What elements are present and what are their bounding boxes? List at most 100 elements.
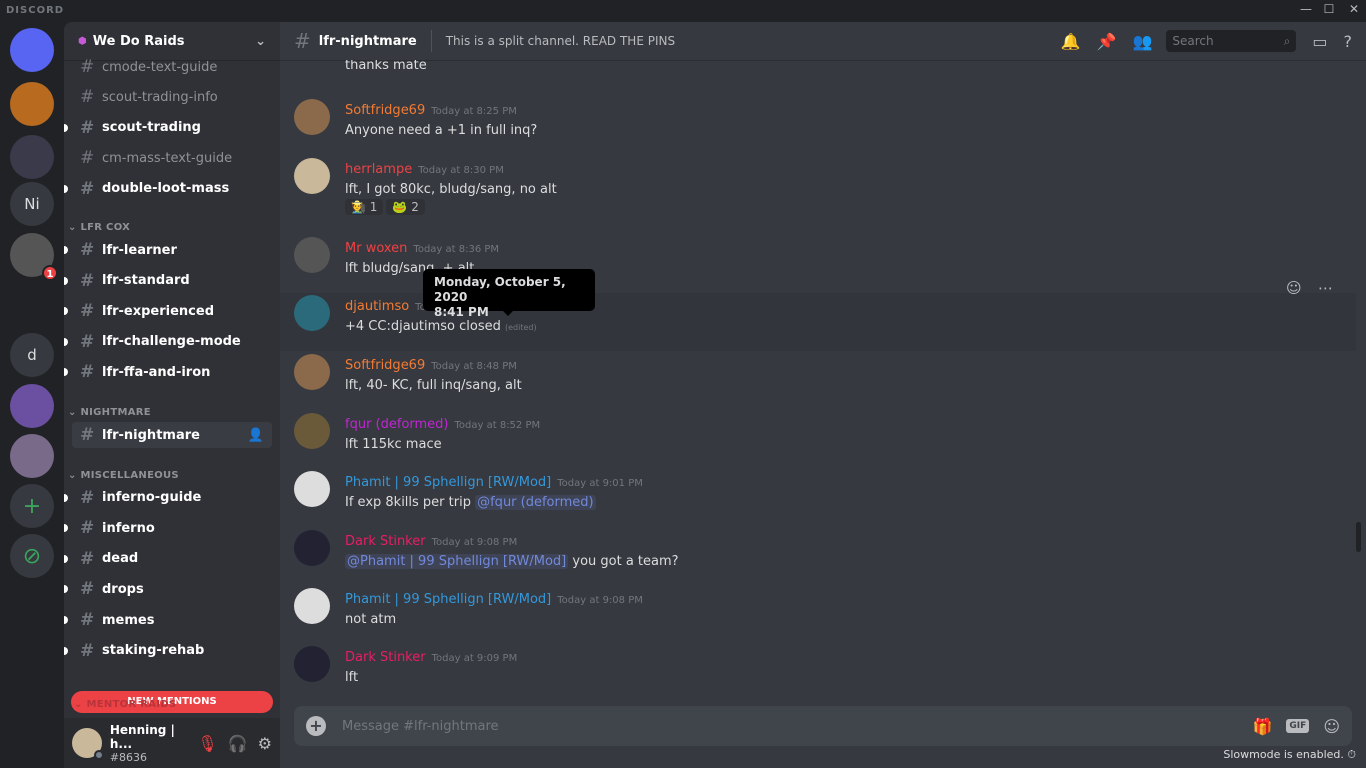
timestamp[interactable]: Today at 8:25 PM <box>431 106 517 117</box>
channel-item[interactable]: # lfr-learner <box>64 237 272 263</box>
gif-button[interactable]: GIF <box>1286 719 1310 733</box>
timestamp[interactable]: Today at 9:09 PM <box>432 653 518 664</box>
author-name[interactable]: Softfridge69 <box>345 103 425 118</box>
timestamp[interactable]: Today at 9:08 PM <box>432 537 518 548</box>
author-name[interactable]: Phamit | 99 Sphellign [RW/Mod] <box>345 475 551 490</box>
author-name[interactable]: Dark Stinker <box>345 650 426 665</box>
notification-bell-icon[interactable]: 🔔 <box>1061 32 1081 51</box>
avatar[interactable] <box>294 588 330 624</box>
timestamp[interactable]: Today at 8:30 PM <box>418 165 504 176</box>
server-icon[interactable]: Ni <box>10 182 54 226</box>
channel-item[interactable]: # lfr-standard <box>64 268 272 294</box>
author-name[interactable]: herrlampe <box>345 162 412 177</box>
avatar[interactable] <box>294 413 330 449</box>
member-list-icon[interactable]: 👥 <box>1132 32 1152 51</box>
channel-item[interactable]: # lfr-ffa-and-iron <box>64 359 272 385</box>
channel-item[interactable]: # scout-trading <box>64 115 272 141</box>
avatar[interactable] <box>294 99 330 135</box>
server-icon[interactable]: + <box>10 484 54 528</box>
author-name[interactable]: Dark Stinker <box>345 534 426 549</box>
attach-plus-icon[interactable]: + <box>306 716 326 736</box>
server-icon[interactable]: d <box>10 333 54 377</box>
avatar[interactable] <box>294 530 330 566</box>
author-name[interactable]: Softfridge69 <box>345 358 425 373</box>
unread-indicator <box>64 616 68 624</box>
avatar[interactable] <box>294 471 330 507</box>
channel-item[interactable]: # inferno-guide <box>64 485 272 511</box>
invite-icon[interactable]: 👤 <box>248 428 264 443</box>
timestamp[interactable]: Today at 9:08 PM <box>557 595 643 606</box>
avatar[interactable] <box>294 237 330 273</box>
channel-label: lfr-experienced <box>102 303 215 319</box>
category-header[interactable]: ⌄ LFR COX <box>68 222 130 233</box>
search-input[interactable]: Search ⌕ <box>1166 30 1297 52</box>
server-icon[interactable]: ⊘ <box>10 534 54 578</box>
timestamp[interactable]: Today at 8:52 PM <box>455 420 541 431</box>
close-button[interactable]: ✕ <box>1344 2 1364 20</box>
message-composer[interactable]: + Message #lfr-nightmare 🎁 GIF ☺ <box>294 706 1352 746</box>
avatar[interactable] <box>294 295 330 331</box>
channel-item[interactable]: # cmode-text-guide <box>72 54 272 80</box>
channel-item[interactable]: # lfr-nightmare 👤 <box>72 422 272 448</box>
server-icon[interactable]: 1 <box>10 233 58 281</box>
gift-icon[interactable]: 🎁 <box>1253 717 1273 736</box>
slowmode-notice: Slowmode is enabled. ⏱ <box>1223 748 1356 762</box>
message-input[interactable]: Message #lfr-nightmare <box>342 719 499 734</box>
author-name[interactable]: djautimso <box>345 299 409 314</box>
server-icon[interactable] <box>10 82 54 126</box>
settings-gear-icon[interactable]: ⚙ <box>258 734 272 753</box>
headphones-icon[interactable]: 🎧 <box>228 734 248 753</box>
server-list: Ni 1 d + ⊘ <box>0 22 64 768</box>
avatar[interactable] <box>294 646 330 682</box>
reaction[interactable]: 🐸 2 <box>386 199 425 215</box>
avatar[interactable] <box>294 354 330 390</box>
user-mention[interactable]: @fqur (deformed) <box>475 495 596 510</box>
timer-icon: ⏱ <box>1347 748 1356 761</box>
timestamp[interactable]: Today at 8:48 PM <box>431 361 517 372</box>
channel-item[interactable]: # lfr-experienced <box>64 298 272 324</box>
inbox-icon[interactable]: ▭ <box>1312 32 1327 51</box>
avatar[interactable] <box>294 158 330 194</box>
chevron-icon: ⌄ <box>74 699 87 710</box>
pin-icon[interactable]: 📌 <box>1097 32 1117 51</box>
category-label: LFR COX <box>80 222 131 233</box>
add-reaction-icon[interactable]: ☺ <box>1286 279 1302 297</box>
server-icon[interactable] <box>10 28 54 72</box>
more-options-icon[interactable]: ⋯ <box>1318 279 1333 297</box>
minimize-button[interactable]: — <box>1296 2 1316 20</box>
reaction-count: 1 <box>369 200 378 214</box>
hash-icon: # <box>80 87 95 108</box>
scrollbar[interactable] <box>1356 522 1361 552</box>
channel-item[interactable]: # memes <box>64 607 272 633</box>
reaction[interactable]: 🧑‍🌾 1 <box>345 199 384 215</box>
author-name[interactable]: Phamit | 99 Sphellign [RW/Mod] <box>345 592 551 607</box>
channel-item[interactable]: # lfr-challenge-mode <box>64 329 272 355</box>
category-header[interactable]: ⌄ MISCELLANEOUS <box>68 470 179 481</box>
avatar[interactable] <box>72 728 104 760</box>
server-icon[interactable] <box>10 283 54 327</box>
channel-item[interactable]: # drops <box>64 576 272 602</box>
channel-item[interactable]: # inferno <box>64 515 272 541</box>
user-mention[interactable]: @Phamit | 99 Sphellign [RW/Mod] <box>345 554 569 569</box>
server-icon[interactable] <box>10 434 54 478</box>
channel-item[interactable]: # double-loot-mass <box>64 176 272 202</box>
channel-item[interactable]: # dead <box>64 546 272 572</box>
channel-item[interactable]: # staking-rehab <box>64 638 272 664</box>
maximize-button[interactable]: ☐ <box>1319 2 1339 20</box>
category-header[interactable]: ⌄ NIGHTMARE <box>68 407 151 418</box>
author-name[interactable]: fqur (deformed) <box>345 417 449 432</box>
help-icon[interactable]: ? <box>1344 32 1353 51</box>
author-name[interactable]: Mr woxen <box>345 241 407 256</box>
mute-microphone-icon[interactable]: 🎙 <box>197 734 217 753</box>
server-icon[interactable] <box>10 384 54 428</box>
server-icon[interactable] <box>10 135 54 179</box>
timestamp[interactable]: Today at 9:01 PM <box>557 478 643 489</box>
timestamp[interactable]: Today at 8:36 PM <box>413 244 499 255</box>
channel-topic[interactable]: This is a split channel. READ THE PINS <box>446 34 675 48</box>
channel-item[interactable]: # cm-mass-text-guide <box>72 145 272 171</box>
channel-label: drops <box>102 581 144 597</box>
emoji-icon[interactable]: ☺ <box>1323 717 1340 736</box>
channel-item[interactable]: # scout-trading-info <box>72 84 272 110</box>
hash-icon: # <box>80 487 95 508</box>
category-header-mentor-raids[interactable]: ⌄ MENTOR RAIDS <box>74 699 176 710</box>
